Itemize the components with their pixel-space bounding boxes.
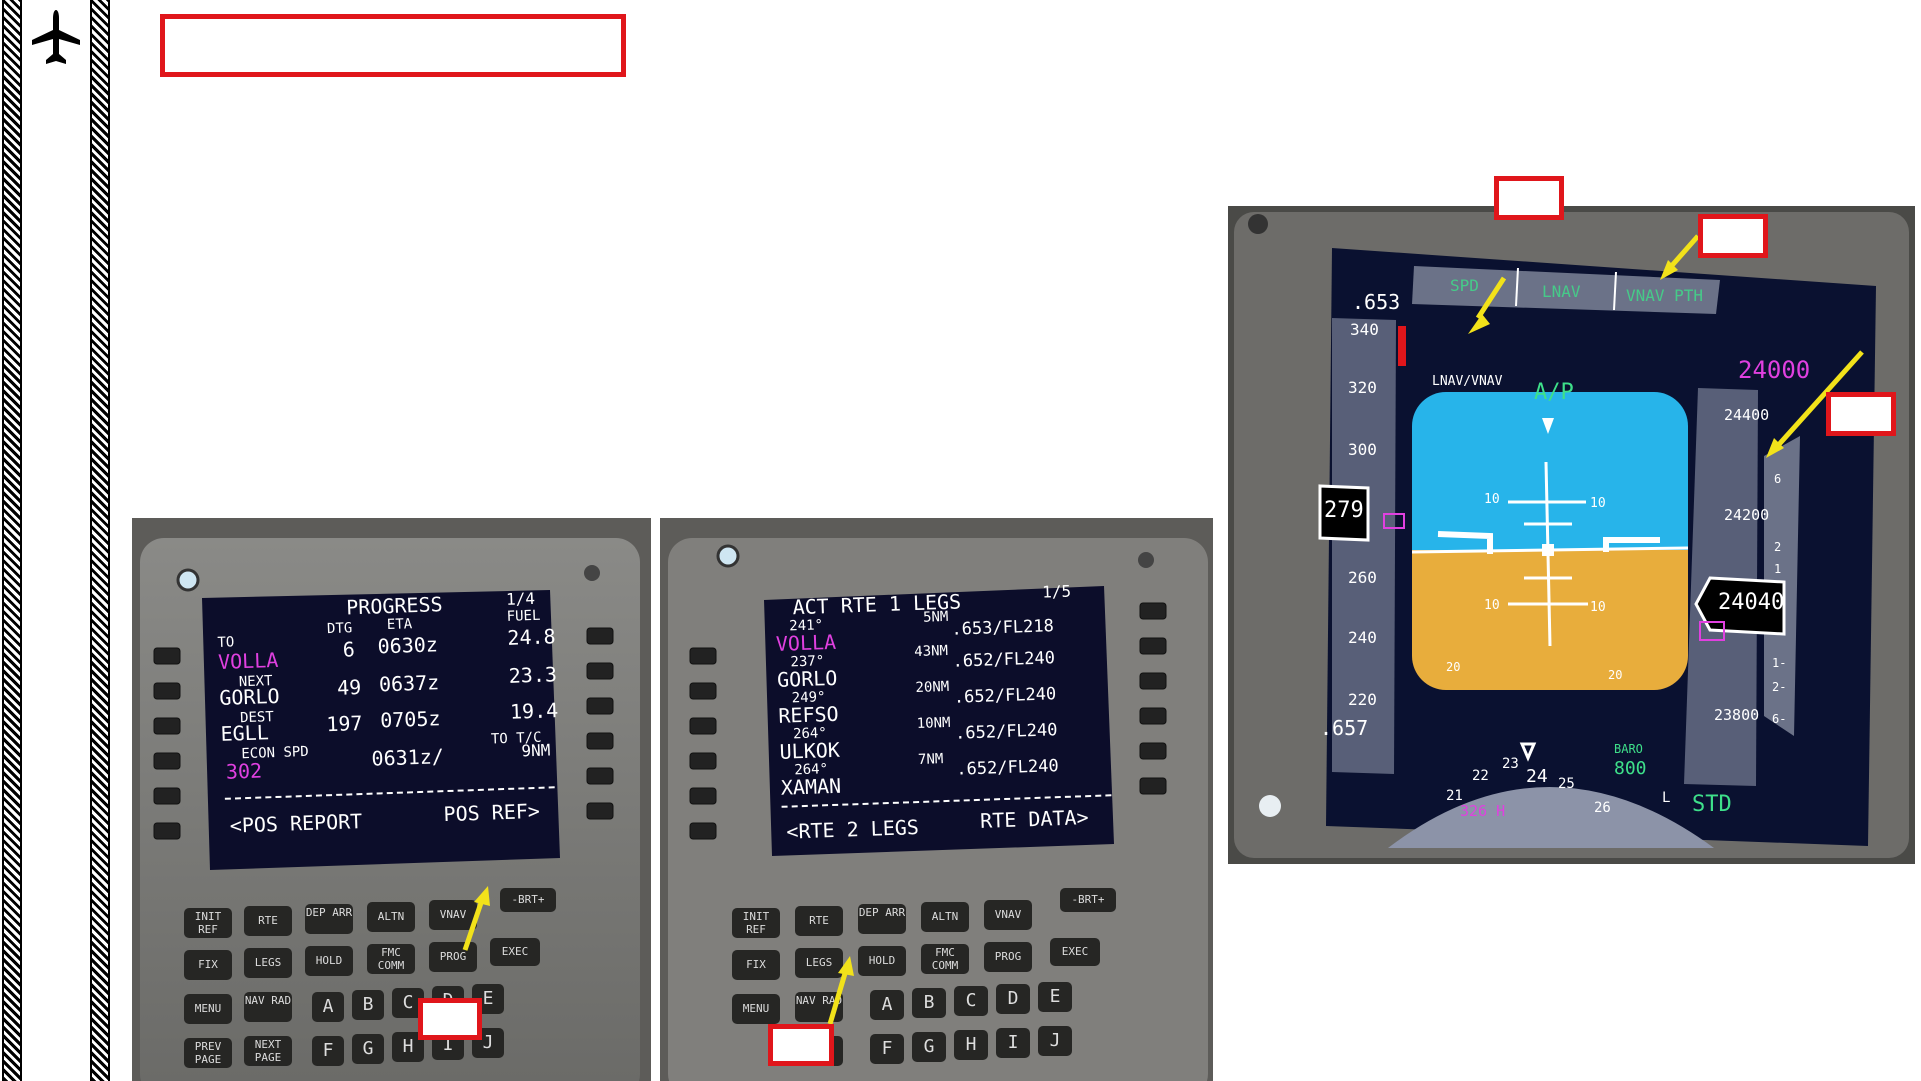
speed-tick: 320	[1348, 378, 1377, 397]
pfd-callout-box-autothrottle	[1494, 176, 1564, 220]
fma-row: SPD LNAV VNAV PTH .653 .657 24000 LNAV/V…	[1228, 206, 1915, 864]
altitude-readout: 24040	[1718, 590, 1785, 615]
baro-std: STD	[1692, 792, 1732, 817]
heading-tick: 26	[1594, 800, 1611, 816]
alt-tick: 24200	[1724, 506, 1770, 524]
vs-tick: 6	[1774, 472, 1782, 486]
ap-status: A/P	[1534, 380, 1574, 405]
ils-marker: L	[1662, 790, 1671, 806]
pitch-label: 20	[1446, 660, 1461, 674]
pitch-label: 10	[1590, 600, 1606, 615]
left-border-stripe	[2, 0, 22, 1081]
speed-readout: 279	[1324, 498, 1364, 523]
pitch-label: 10	[1590, 496, 1606, 511]
pitch-label: 20	[1608, 668, 1623, 682]
pitch-label: 10	[1484, 598, 1500, 613]
pfd-callout-box-pitch-mode	[1698, 214, 1768, 258]
fma-pitch: VNAV PTH	[1626, 286, 1704, 305]
mach-top: .653	[1352, 290, 1401, 314]
vs-tick: 2	[1774, 540, 1782, 554]
ap-mode-text: LNAV/VNAV	[1432, 374, 1503, 389]
pfd-panel: SPD LNAV VNAV PTH .653 .657 24000 LNAV/V…	[1228, 206, 1915, 864]
cdu1-callout-arrow	[462, 886, 490, 951]
vs-tick: 1-	[1772, 656, 1787, 670]
speed-tick: 340	[1350, 320, 1379, 339]
heading-select: 326 H	[1460, 802, 1506, 820]
cdu-progress-panel: PROGRESS 1/4 TO DTG ETA FUEL VOLLA 6 063…	[132, 518, 651, 1081]
vs-tick: 6-	[1772, 712, 1787, 726]
airplane-icon	[32, 10, 80, 64]
baro-value: 800	[1614, 758, 1647, 779]
speed-tick: 260	[1348, 568, 1377, 587]
vs-tick: 1	[1774, 562, 1782, 576]
heading-tick: 24	[1526, 766, 1548, 787]
alt-tick: 24400	[1724, 406, 1770, 424]
speed-tick: 300	[1348, 440, 1377, 459]
alt-tick: 23800	[1714, 706, 1760, 724]
fma-roll: LNAV	[1542, 282, 1581, 301]
inner-border-stripe	[90, 0, 110, 1081]
baro-label: BARO	[1614, 742, 1643, 756]
fma-autothrottle: SPD	[1450, 276, 1479, 295]
mach-bottom: .657	[1320, 716, 1369, 740]
pitch-label: 10	[1484, 492, 1500, 507]
heading-tick: 25	[1558, 776, 1575, 792]
heading-tick: 22	[1472, 768, 1489, 784]
title-callout-box	[160, 14, 626, 77]
cdu-legs-panel: ACT RTE 1 LEGS 1/5 241° 5NM VOLLA .653/F…	[660, 518, 1213, 1081]
heading-tick: 23	[1502, 756, 1519, 772]
cdu2-callout-box	[768, 1024, 834, 1066]
pfd-callout-box-altitude	[1826, 392, 1896, 436]
speed-tick: 220	[1348, 690, 1377, 709]
selected-altitude: 24000	[1738, 356, 1811, 384]
cdu2-callout-arrow	[827, 956, 854, 1025]
speed-tick: 240	[1348, 628, 1377, 647]
cdu1-callout-box	[418, 998, 482, 1040]
vs-tick: 2-	[1772, 680, 1787, 694]
